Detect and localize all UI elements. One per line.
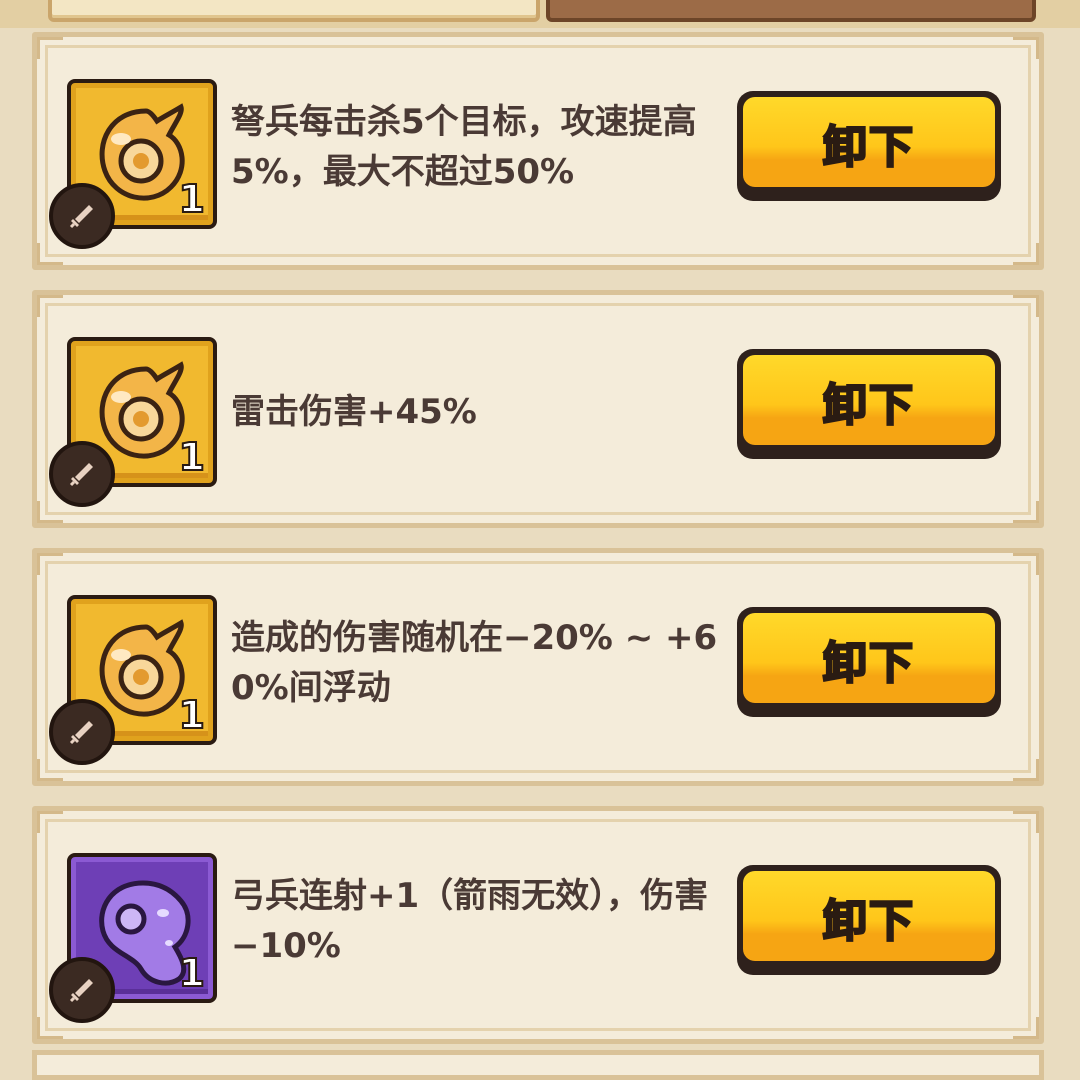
effect-card: 1 雷击伤害+45% 卸下 xyxy=(32,290,1044,528)
sword-icon xyxy=(49,699,115,765)
effect-card: 1 造成的伤害随机在−20% ~ +60%间浮动 卸下 xyxy=(32,548,1044,786)
unequip-button-label: 卸下 xyxy=(822,122,915,174)
unequip-button[interactable]: 卸下 xyxy=(737,349,1001,459)
sword-icon xyxy=(49,441,115,507)
top-tab-bar xyxy=(0,0,1080,28)
effect-card: 1 弓兵连射+1（箭雨无效），伤害−10% 卸下 xyxy=(32,806,1044,1044)
tab-right[interactable] xyxy=(546,0,1036,22)
level-number: 1 xyxy=(178,950,206,996)
next-card-edge xyxy=(32,1050,1044,1080)
tab-left[interactable] xyxy=(48,0,540,22)
unequip-button[interactable]: 卸下 xyxy=(737,865,1001,975)
unequip-button-label: 卸下 xyxy=(822,896,915,948)
effect-description: 弓兵连射+1（箭雨无效），伤害−10% xyxy=(231,876,709,966)
effect-description: 弩兵每击杀5个目标，攻速提高5%，最大不超过50% xyxy=(231,102,697,192)
effect-card: 1 弩兵每击杀5个目标，攻速提高5%，最大不超过50% 卸下 xyxy=(32,32,1044,270)
effect-description: 造成的伤害随机在−20% ~ +60%间浮动 xyxy=(231,618,718,708)
unequip-button-label: 卸下 xyxy=(822,380,915,432)
level-number: 1 xyxy=(178,434,206,480)
sword-icon xyxy=(49,957,115,1023)
sword-icon xyxy=(49,183,115,249)
level-number: 1 xyxy=(178,692,206,738)
effect-description: 雷击伤害+45% xyxy=(231,392,477,432)
unequip-button[interactable]: 卸下 xyxy=(737,607,1001,717)
level-number: 1 xyxy=(178,176,206,222)
unequip-button[interactable]: 卸下 xyxy=(737,91,1001,201)
unequip-button-label: 卸下 xyxy=(822,638,915,690)
